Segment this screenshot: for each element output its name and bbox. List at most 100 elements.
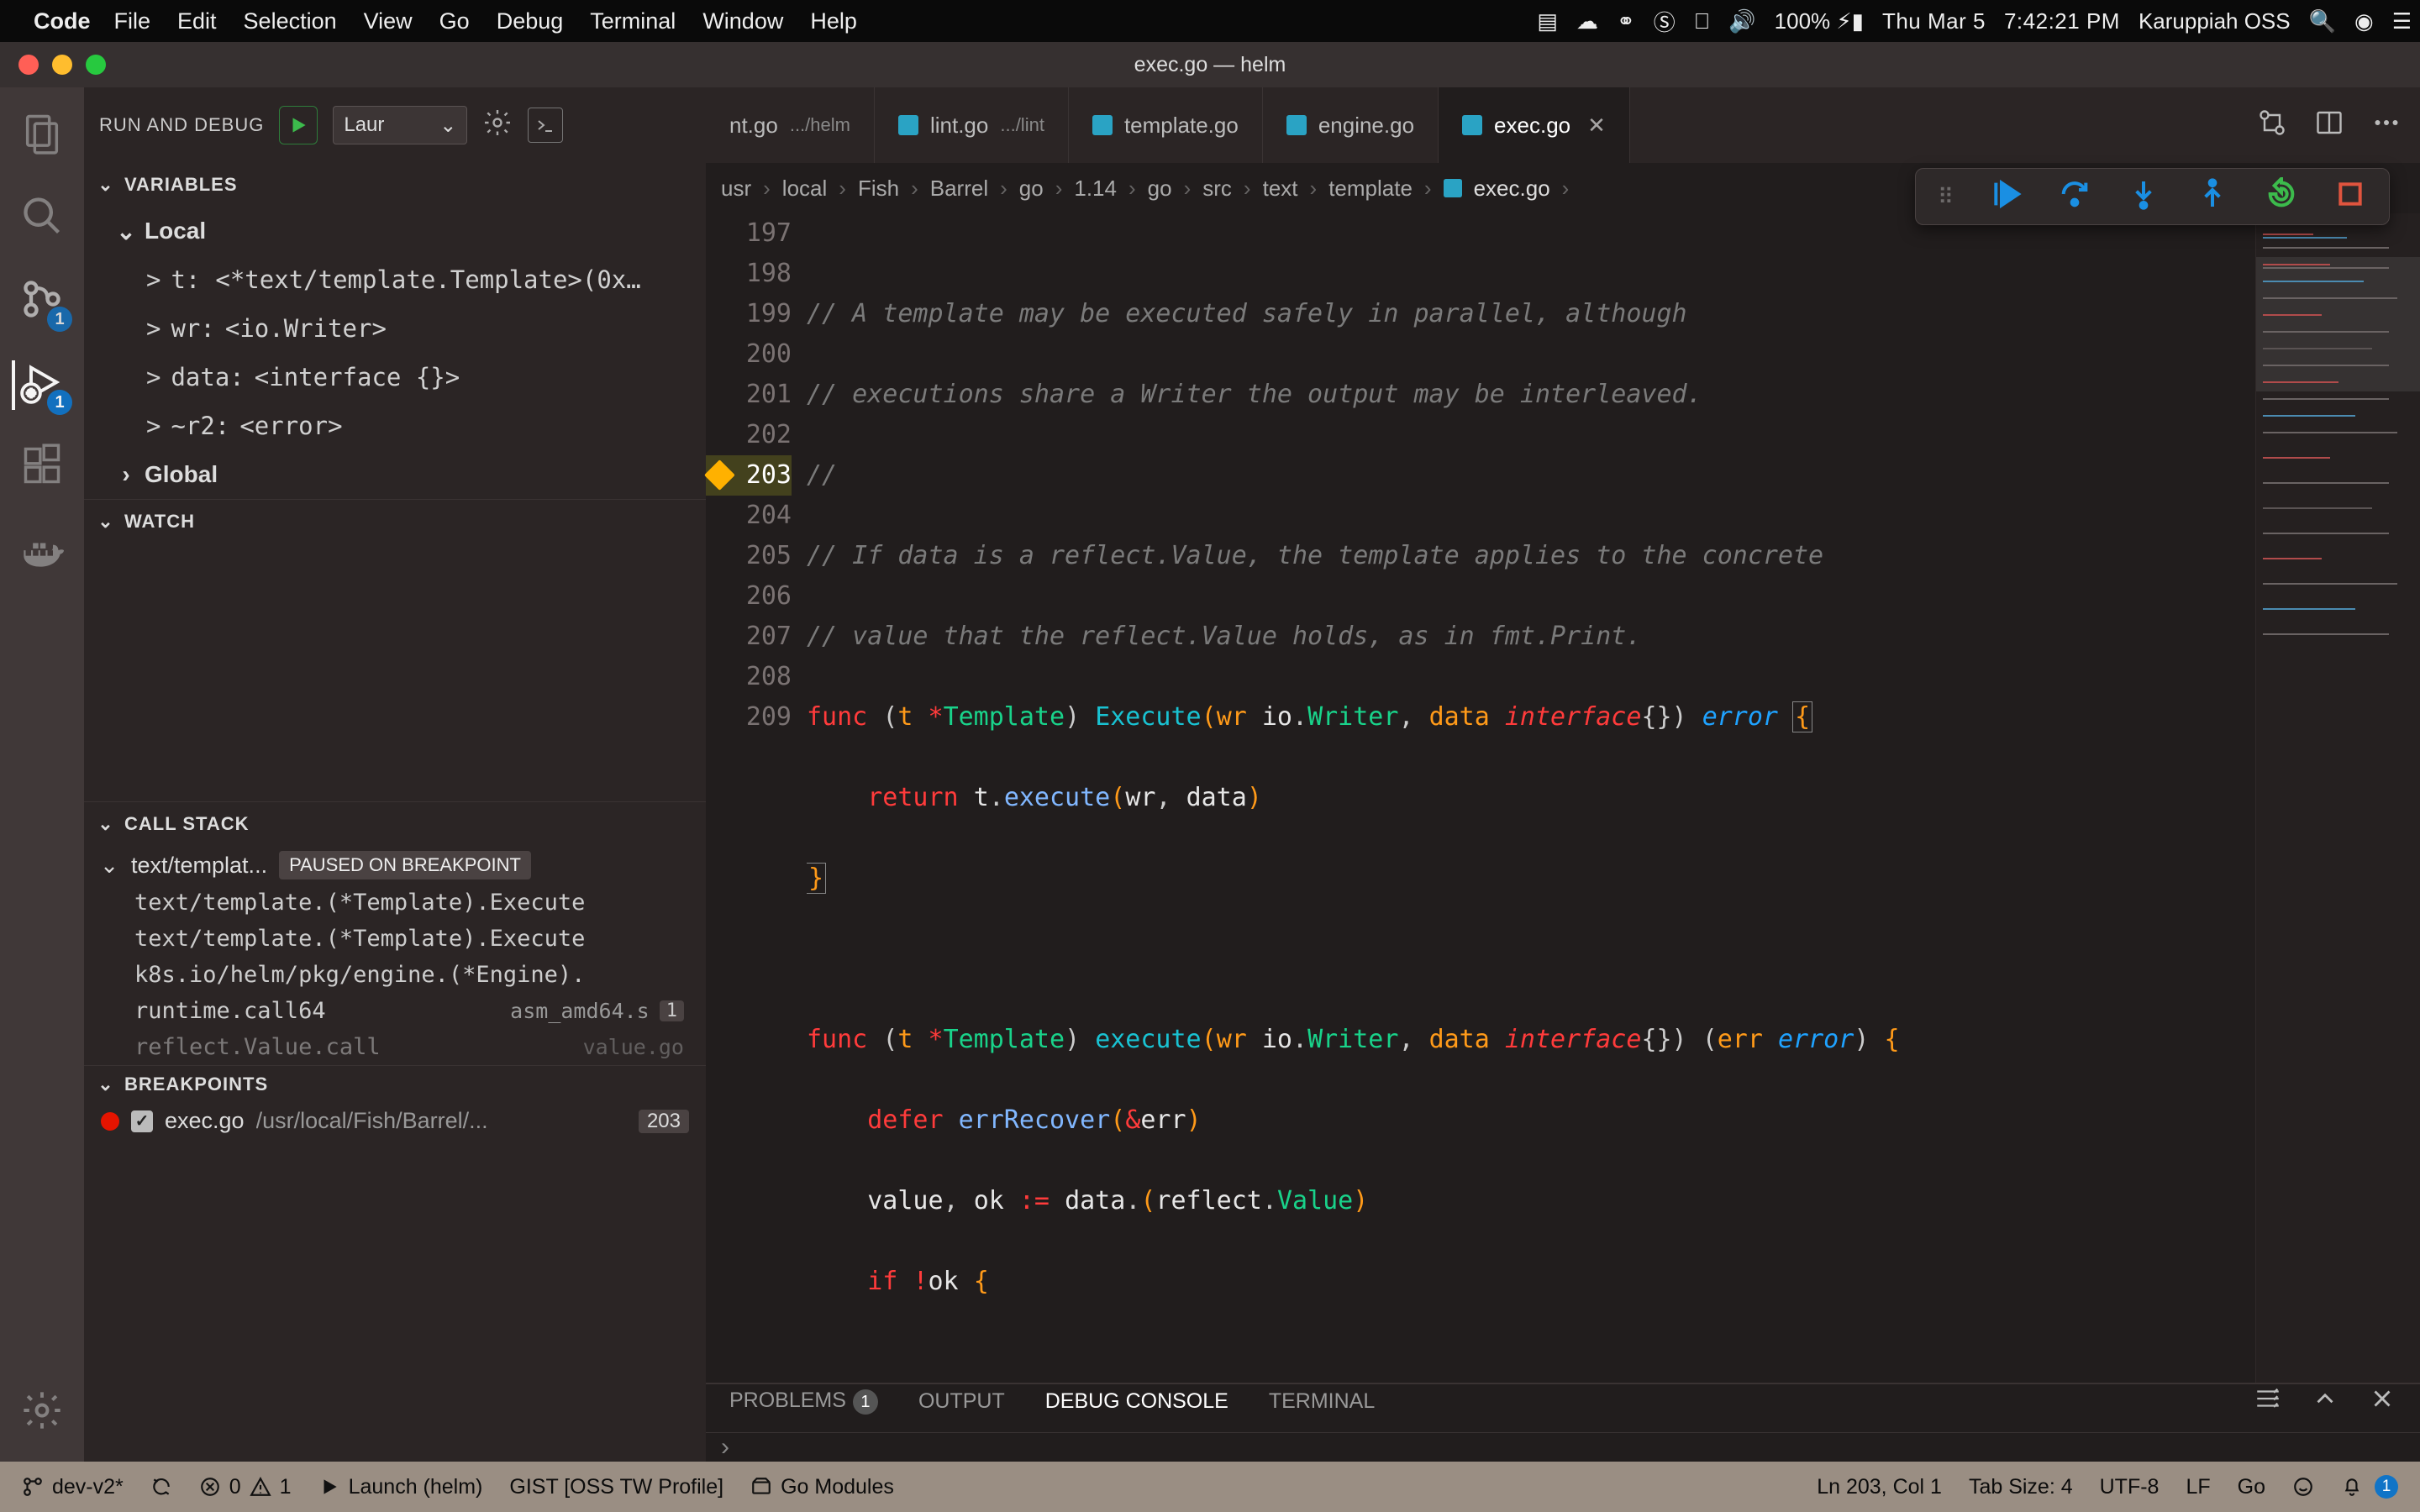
- minimap[interactable]: [2255, 213, 2420, 1383]
- debug-settings-gear-icon[interactable]: [482, 108, 513, 144]
- menu-window[interactable]: Window: [702, 8, 783, 34]
- app-name[interactable]: Code: [34, 8, 91, 34]
- status-cursor-pos[interactable]: Ln 203, Col 1: [1803, 1462, 1955, 1512]
- panel-tab-output[interactable]: OUTPUT: [918, 1389, 1005, 1414]
- breakpoint-checkbox[interactable]: ✓: [131, 1110, 153, 1132]
- panel-tab-terminal[interactable]: TERMINAL: [1269, 1389, 1375, 1414]
- siri-icon[interactable]: ◉: [2354, 8, 2374, 34]
- menu-file[interactable]: File: [114, 8, 151, 34]
- watch-section-header[interactable]: ⌄ WATCH: [84, 500, 706, 543]
- menubar-date[interactable]: Thu Mar 5: [1882, 8, 1986, 34]
- debug-sidebar: RUN AND DEBUG Laur ⌄ ⌄ VARIABLES ⌄ Local: [84, 87, 706, 1462]
- tray-icon[interactable]: ▤: [1537, 8, 1558, 34]
- status-debug-launch[interactable]: Launch (helm): [305, 1462, 497, 1512]
- panel-tab-debug-console[interactable]: DEBUG CONSOLE: [1045, 1389, 1228, 1414]
- menu-help[interactable]: Help: [810, 8, 857, 34]
- extensions-icon[interactable]: [20, 444, 64, 493]
- callstack-frame[interactable]: text/template.(*Template).Execute: [84, 921, 706, 957]
- variable-row[interactable]: > ~r2: <error>: [108, 402, 706, 450]
- editor-tab[interactable]: engine.go: [1263, 87, 1439, 163]
- window-maximize-button[interactable]: [86, 55, 106, 75]
- search-icon[interactable]: [20, 194, 64, 244]
- editor-tab[interactable]: lint.go.../lint: [875, 87, 1069, 163]
- debug-console-body[interactable]: API server listening at: 127.0.0.1:33248…: [706, 1419, 2420, 1432]
- status-tabsize[interactable]: Tab Size: 4: [1955, 1462, 2086, 1512]
- variables-section-header[interactable]: ⌄ VARIABLES: [84, 163, 706, 207]
- continue-button[interactable]: [1989, 177, 2023, 217]
- drag-handle-icon[interactable]: ⠿: [1938, 184, 1954, 210]
- status-encoding[interactable]: UTF-8: [2086, 1462, 2173, 1512]
- callstack-thread[interactable]: ⌄ text/templat... PAUSED ON BREAKPOINT: [84, 846, 706, 885]
- clear-console-icon[interactable]: [2254, 1384, 2282, 1419]
- code-editor[interactable]: 197198199200 201202203204 20520620720820…: [706, 213, 2420, 1383]
- variable-row[interactable]: > wr: <io.Writer>: [108, 304, 706, 353]
- collapse-panel-icon[interactable]: [2311, 1384, 2339, 1419]
- split-editor-icon[interactable]: [2314, 108, 2344, 144]
- settings-gear-icon[interactable]: [20, 1389, 64, 1438]
- callstack-frame[interactable]: runtime.call64asm_amd64.s1: [84, 993, 706, 1029]
- step-into-button[interactable]: [2127, 177, 2160, 217]
- status-problems[interactable]: 0 1: [186, 1462, 305, 1512]
- debug-toolbar[interactable]: ⠿: [1915, 168, 2390, 225]
- close-icon[interactable]: ✕: [1587, 113, 1606, 139]
- wifi-icon[interactable]: 􀙇: [1694, 8, 1711, 34]
- editor-tab-active[interactable]: exec.go✕: [1439, 87, 1630, 163]
- editor-tab[interactable]: nt.go.../helm: [706, 87, 875, 163]
- editor-tab[interactable]: template.go: [1069, 87, 1263, 163]
- step-over-button[interactable]: [2058, 177, 2091, 217]
- more-actions-icon[interactable]: [2371, 108, 2402, 144]
- status-notifications[interactable]: 1: [2328, 1462, 2412, 1512]
- docker-icon[interactable]: [20, 527, 64, 576]
- tray-icon[interactable]: ☁: [1576, 8, 1598, 34]
- callstack-frame[interactable]: reflect.Value.callvalue.go: [84, 1029, 706, 1065]
- menu-edit[interactable]: Edit: [177, 8, 217, 34]
- debug-console-input[interactable]: ›: [706, 1432, 2420, 1462]
- menu-debug[interactable]: Debug: [497, 8, 564, 34]
- stop-button[interactable]: [2333, 177, 2367, 217]
- run-debug-icon[interactable]: 1: [12, 360, 64, 410]
- volume-icon[interactable]: 🔊: [1728, 8, 1755, 34]
- variable-row[interactable]: > data: <interface {}>: [108, 353, 706, 402]
- callstack-frame[interactable]: text/template.(*Template).Execute: [84, 885, 706, 921]
- compare-changes-icon[interactable]: [2257, 108, 2287, 144]
- status-eol[interactable]: LF: [2172, 1462, 2223, 1512]
- spotlight-icon[interactable]: 🔍: [2309, 8, 2336, 34]
- breakpoints-section-header[interactable]: ⌄ BREAKPOINTS: [84, 1066, 706, 1103]
- menu-terminal[interactable]: Terminal: [590, 8, 676, 34]
- callstack-section-header[interactable]: ⌄ CALL STACK: [84, 802, 706, 846]
- bottom-panel: PROBLEMS1 OUTPUT DEBUG CONSOLE TERMINAL …: [706, 1383, 2420, 1462]
- menu-selection[interactable]: Selection: [244, 8, 337, 34]
- status-sync[interactable]: [137, 1462, 186, 1512]
- status-gomod[interactable]: Go Modules: [737, 1462, 908, 1512]
- battery-indicator[interactable]: 100% ⚡︎▮: [1775, 8, 1864, 34]
- window-minimize-button[interactable]: [52, 55, 72, 75]
- status-feedback-icon[interactable]: [2279, 1462, 2328, 1512]
- callstack-frame[interactable]: k8s.io/helm/pkg/engine.(*Engine).: [84, 957, 706, 993]
- menubar-user[interactable]: Karuppiah OSS: [2139, 8, 2291, 34]
- window-close-button[interactable]: [18, 55, 39, 75]
- debug-config-dropdown[interactable]: Laur ⌄: [333, 106, 467, 144]
- line-number-gutter[interactable]: 197198199200 201202203204 20520620720820…: [706, 213, 807, 1383]
- go-file-icon: [1444, 179, 1462, 197]
- breakpoint-row[interactable]: ✓ exec.go /usr/local/Fish/Barrel/... 203: [84, 1103, 706, 1139]
- panel-tab-problems[interactable]: PROBLEMS1: [729, 1389, 878, 1415]
- tray-icon[interactable]: Ⓢ: [1654, 6, 1676, 37]
- variable-row[interactable]: > t: <*text/template.Template>(0x…: [108, 255, 706, 304]
- restart-button[interactable]: [2265, 177, 2298, 217]
- close-panel-icon[interactable]: [2368, 1384, 2396, 1419]
- menubar-time[interactable]: 7:42:21 PM: [2004, 8, 2120, 34]
- scope-local[interactable]: ⌄ Local: [108, 207, 706, 255]
- scope-global[interactable]: › Global: [108, 450, 706, 499]
- status-language[interactable]: Go: [2224, 1462, 2279, 1512]
- menu-go[interactable]: Go: [439, 8, 470, 34]
- status-gist[interactable]: GIST [OSS TW Profile]: [496, 1462, 737, 1512]
- source-control-icon[interactable]: 1: [20, 277, 64, 327]
- menu-view[interactable]: View: [364, 8, 413, 34]
- debug-console-icon[interactable]: [528, 108, 563, 143]
- start-debug-button[interactable]: [279, 106, 318, 144]
- step-out-button[interactable]: [2196, 177, 2229, 217]
- notification-center-icon[interactable]: ☰: [2392, 8, 2412, 34]
- explorer-icon[interactable]: [20, 111, 64, 160]
- tray-icon[interactable]: ⚭: [1617, 8, 1635, 34]
- status-branch[interactable]: dev-v2*: [8, 1462, 137, 1512]
